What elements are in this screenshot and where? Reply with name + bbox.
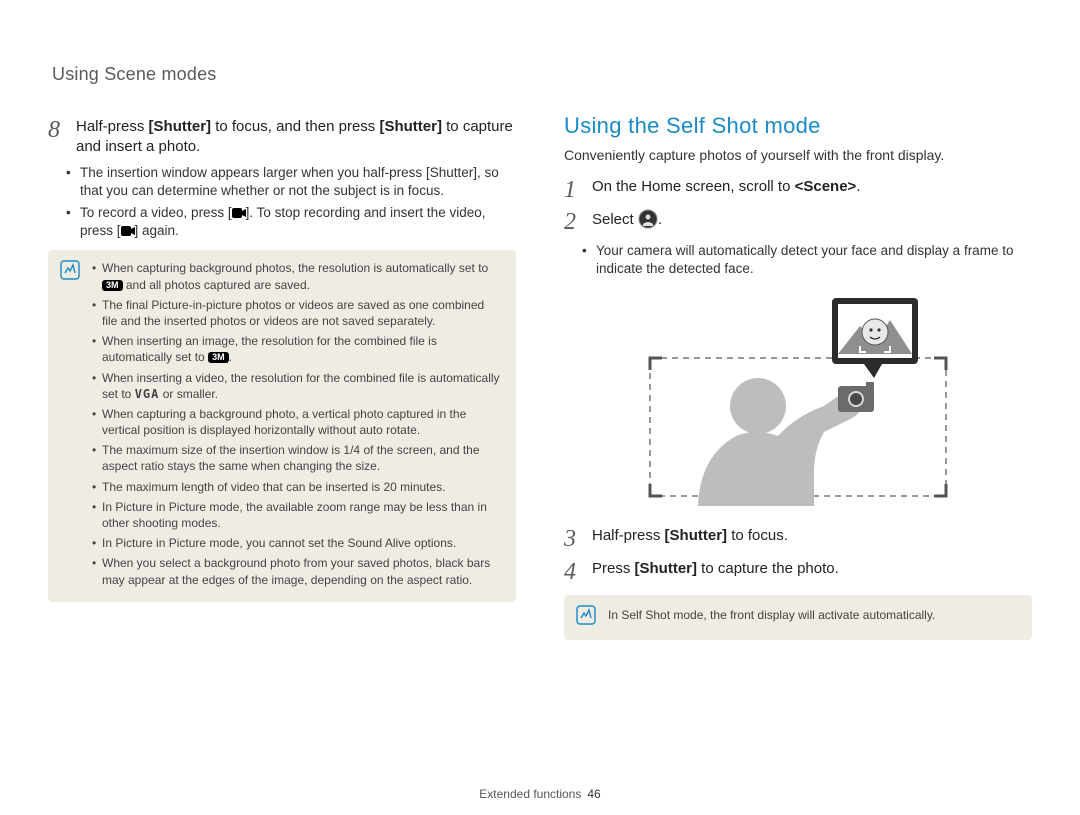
- self-shot-icon: [638, 209, 658, 235]
- step-number: 8: [48, 117, 66, 158]
- resolution-badge: 3M: [102, 280, 123, 291]
- list-item: In Picture in Picture mode, the availabl…: [92, 499, 502, 531]
- list-item: When you select a background photo from …: [92, 555, 502, 587]
- page-number: 46: [587, 787, 600, 801]
- note-icon: [60, 260, 82, 591]
- step-substeps: Your camera will automatically detect yo…: [564, 242, 1032, 278]
- section-lead: Conveniently capture photos of yourself …: [564, 147, 1032, 163]
- left-column: 8 Half-press [Shutter] to focus, and the…: [48, 113, 516, 640]
- resolution-badge: 3M: [208, 352, 229, 363]
- shutter-label: [Shutter]: [665, 527, 728, 544]
- step-body: Half-press [Shutter] to focus.: [592, 526, 788, 552]
- shutter-label: [Shutter]: [635, 560, 698, 577]
- record-icon: [121, 224, 135, 238]
- step-1: 1 On the Home screen, scroll to <Scene>.: [564, 177, 1032, 203]
- manual-page: Using Scene modes 8 Half-press [Shutter]…: [0, 0, 1080, 815]
- note-text: In Self Shot mode, the front display wil…: [608, 605, 935, 630]
- list-item: In Picture in Picture mode, you cannot s…: [92, 535, 502, 551]
- note-box: In Self Shot mode, the front display wil…: [564, 595, 1032, 640]
- step-2: 2 Select .: [564, 209, 1032, 235]
- record-icon: [232, 206, 246, 220]
- page-footer: Extended functions 46: [0, 787, 1080, 801]
- list-item: When inserting a video, the resolution f…: [92, 370, 502, 402]
- step-number: 1: [564, 177, 582, 203]
- note-icon: [576, 605, 598, 630]
- note-box: When capturing background photos, the re…: [48, 250, 516, 601]
- shutter-label: [Shutter]: [149, 118, 212, 135]
- step-body: On the Home screen, scroll to <Scene>.: [592, 177, 860, 203]
- step-number: 4: [564, 559, 582, 585]
- section-heading: Using the Self Shot mode: [564, 113, 1032, 139]
- two-column-layout: 8 Half-press [Shutter] to focus, and the…: [48, 113, 1032, 640]
- footer-section: Extended functions: [479, 787, 581, 801]
- list-item: To record a video, press []. To stop rec…: [80, 204, 516, 240]
- step-substeps: The insertion window appears larger when…: [48, 164, 516, 241]
- list-item: The maximum size of the insertion window…: [92, 442, 502, 474]
- note-list: When capturing background photos, the re…: [92, 260, 502, 591]
- list-item: The final Picture-in-picture photos or v…: [92, 297, 502, 329]
- list-item: The insertion window appears larger when…: [80, 164, 516, 200]
- step-8: 8 Half-press [Shutter] to focus, and the…: [48, 117, 516, 158]
- scene-tag: <Scene>: [795, 178, 857, 195]
- list-item: When capturing a background photo, a ver…: [92, 406, 502, 438]
- step-body: Select .: [592, 209, 662, 235]
- step-body: Press [Shutter] to capture the photo.: [592, 559, 839, 585]
- list-item: Your camera will automatically detect yo…: [596, 242, 1032, 278]
- shutter-label: [Shutter]: [379, 118, 442, 135]
- step-3: 3 Half-press [Shutter] to focus.: [564, 526, 1032, 552]
- list-item: The maximum length of video that can be …: [92, 479, 502, 495]
- list-item: When capturing background photos, the re…: [92, 260, 502, 292]
- right-column: Using the Self Shot mode Conveniently ca…: [564, 113, 1032, 640]
- step-number: 3: [564, 526, 582, 552]
- list-item: When inserting an image, the resolution …: [92, 333, 502, 365]
- step-body: Half-press [Shutter] to focus, and then …: [76, 117, 516, 158]
- vga-label: VGA: [135, 387, 160, 401]
- step-4: 4 Press [Shutter] to capture the photo.: [564, 559, 1032, 585]
- self-shot-illustration: [564, 296, 1032, 516]
- step-number: 2: [564, 209, 582, 235]
- page-header: Using Scene modes: [52, 64, 1032, 85]
